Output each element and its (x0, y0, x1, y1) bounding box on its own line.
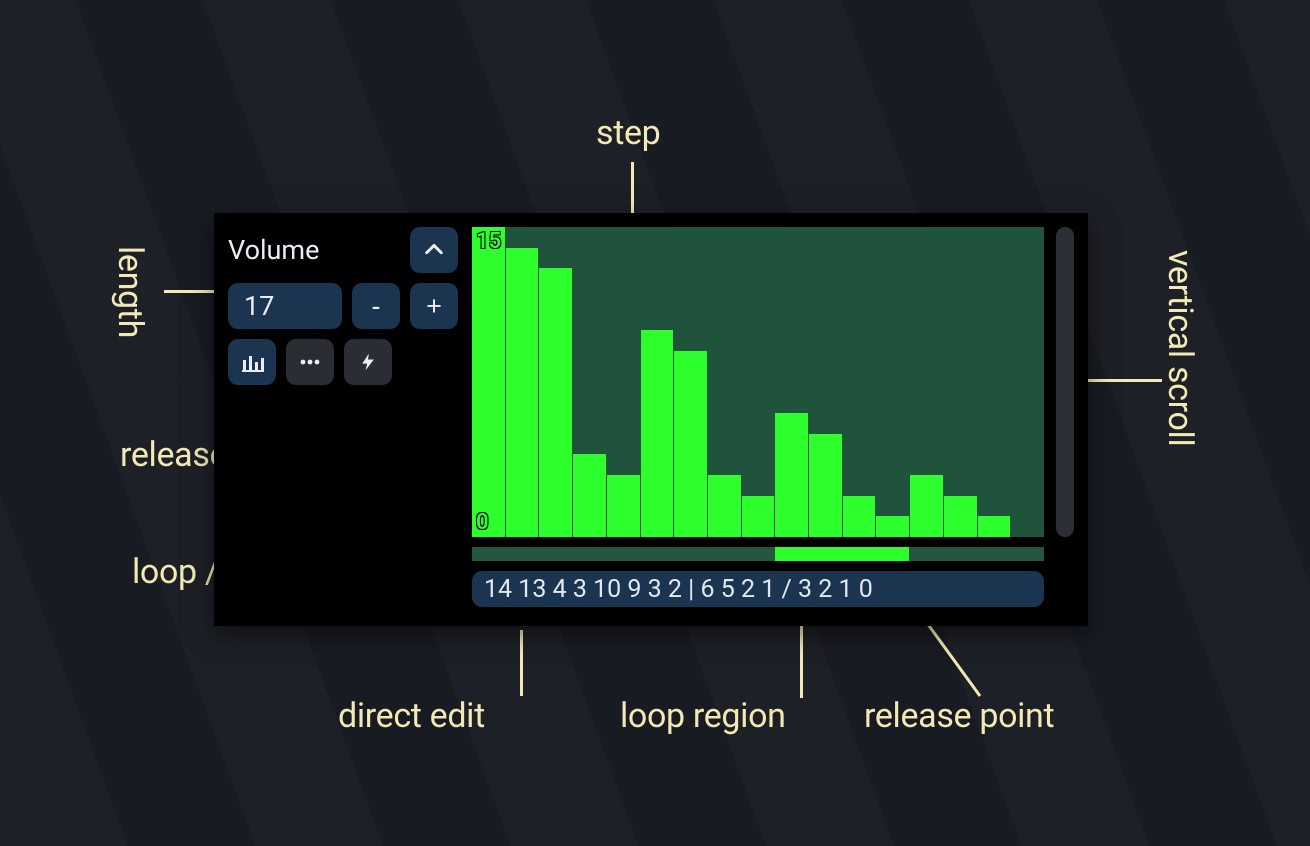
chart-bar[interactable] (910, 475, 943, 537)
annotation-step: step (596, 113, 660, 153)
length-input[interactable]: 17 (228, 283, 342, 329)
chart-bar[interactable] (539, 268, 572, 537)
annotation-lead-vertical-scroll (1086, 379, 1162, 382)
chevron-up-icon (423, 239, 445, 261)
chart-bars (472, 227, 1044, 537)
right-column: 15 0 14 13 4 3 10 9 3 2 | 6 5 2 1 / 3 2 … (472, 213, 1088, 626)
collapse-button[interactable] (410, 227, 458, 273)
more-tool-button[interactable] (286, 339, 334, 385)
chart-bar[interactable] (876, 516, 909, 537)
annotation-direct-edit: direct edit (338, 696, 485, 736)
chart-bar[interactable] (775, 413, 808, 537)
loop-region-segment[interactable] (775, 547, 910, 561)
chart-bar[interactable] (573, 454, 606, 537)
length-plus-button[interactable]: + (410, 283, 458, 329)
chart-bar[interactable] (978, 516, 1011, 537)
chart-axis-max: 15 (476, 229, 501, 254)
annotation-length: length (110, 246, 150, 338)
chart-bar[interactable] (809, 434, 842, 537)
length-minus-button[interactable]: - (352, 283, 400, 329)
bars-icon (240, 350, 264, 374)
loop-release-strip[interactable] (472, 547, 1044, 561)
envelope-chart[interactable]: 15 0 (472, 227, 1044, 537)
annotation-loop-region: loop region (620, 696, 786, 736)
envelope-title: Volume (228, 234, 400, 266)
chart-bar[interactable] (641, 330, 674, 537)
chart-bar[interactable] (607, 475, 640, 537)
controls-column: Volume 17 - + (214, 213, 472, 626)
direct-edit-text: 14 13 4 3 10 9 3 2 | 6 5 2 1 / 3 2 1 0 (484, 575, 873, 604)
more-icon (298, 350, 322, 374)
chart-axis-min: 0 (476, 510, 489, 535)
annotation-lead-direct-edit (520, 630, 523, 696)
length-value: 17 (244, 290, 274, 322)
envelope-editor-panel: Volume 17 - + (214, 213, 1088, 626)
bolt-icon (358, 350, 378, 374)
release-mode-button[interactable] (344, 339, 392, 385)
bars-tool-button[interactable] (228, 339, 276, 385)
chart-bar[interactable] (742, 496, 775, 537)
chart-bar[interactable] (944, 496, 977, 537)
chart-bar[interactable] (843, 496, 876, 537)
vertical-scrollbar[interactable] (1056, 227, 1074, 537)
annotation-vertical-scroll: vertical scroll (1160, 250, 1200, 446)
direct-edit-field[interactable]: 14 13 4 3 10 9 3 2 | 6 5 2 1 / 3 2 1 0 (472, 571, 1044, 607)
chart-bar[interactable] (506, 248, 539, 537)
chart-bar[interactable] (708, 475, 741, 537)
chart-bar[interactable] (472, 227, 505, 537)
chart-bar[interactable] (674, 351, 707, 537)
